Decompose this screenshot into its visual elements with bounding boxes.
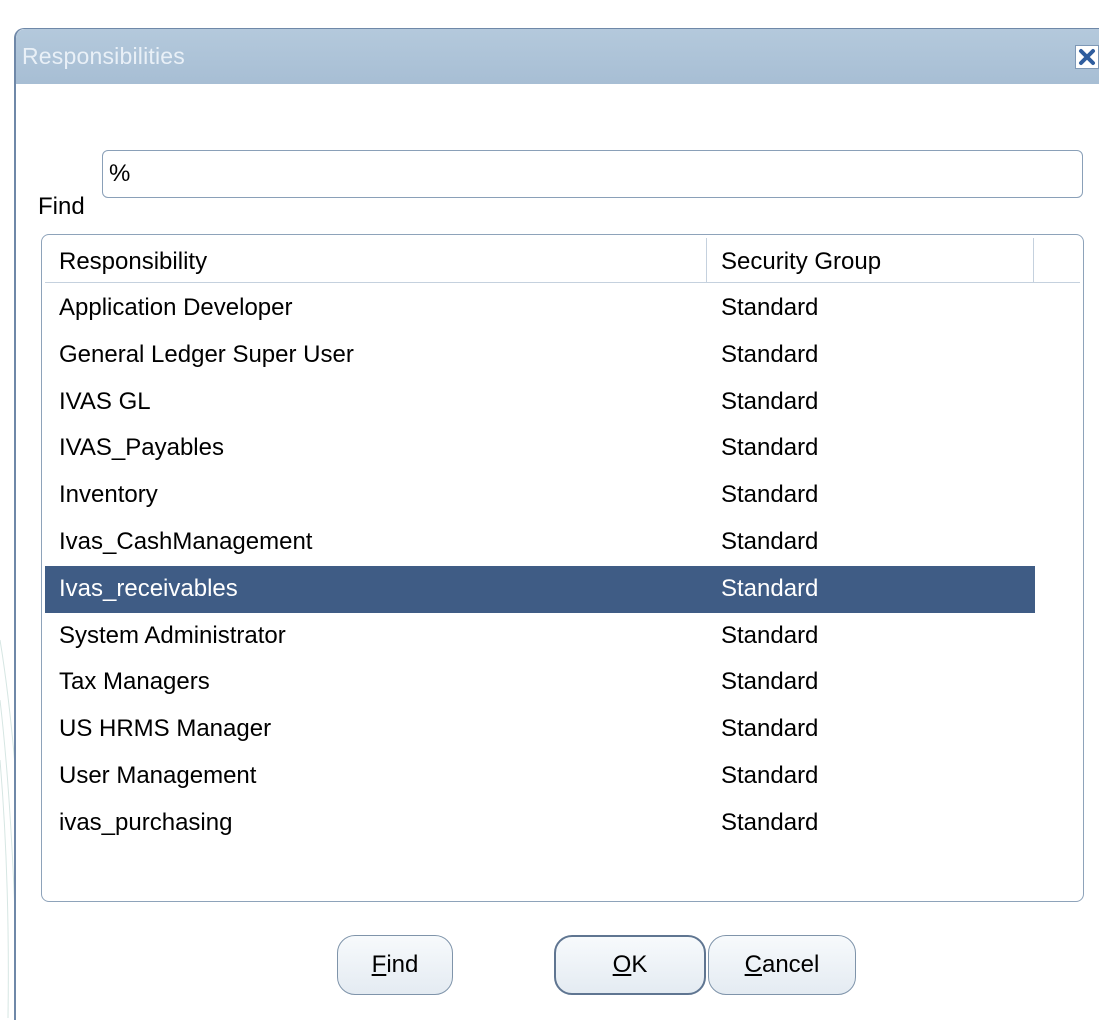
find-button-mnemonic: F [371,951,387,978]
responsibility-cell: General Ledger Super User [59,340,354,368]
responsibilities-dialog: Responsibilities Find Responsibility Sec… [14,28,1099,1020]
ok-button-mnemonic: O [612,951,632,978]
column-header-responsibility[interactable]: Responsibility [45,238,707,282]
list-rows: Application Developer Standard General L… [45,285,1035,847]
security-group-cell: Standard [721,481,819,509]
responsibility-cell: ivas_purchasing [59,808,233,836]
security-group-cell: Standard [721,668,819,696]
security-group-cell: Standard [721,574,819,602]
cancel-button-mnemonic: C [744,951,762,978]
responsibility-cell: Inventory [59,481,158,509]
security-group-cell: Standard [721,340,819,368]
list-row[interactable]: IVAS_Payables Standard [45,425,1035,472]
list-row[interactable]: User Management Standard [45,753,1035,800]
list-row[interactable]: Application Developer Standard [45,285,1035,332]
list-row[interactable]: Inventory Standard [45,472,1035,519]
list-row[interactable]: General Ledger Super User Standard [45,332,1035,379]
security-group-cell: Standard [721,808,819,836]
ok-button-label: K [631,951,648,978]
list-row[interactable]: Ivas_CashManagement Standard [45,519,1035,566]
responsibility-cell: Ivas_receivables [59,574,238,602]
list-row[interactable]: ivas_purchasing Standard [45,800,1035,847]
close-button[interactable] [1075,45,1099,69]
ok-button[interactable]: OK [554,935,706,995]
responsibility-list: Responsibility Security Group Applicatio… [41,234,1084,902]
responsibility-cell: US HRMS Manager [59,715,272,743]
list-row-selected[interactable]: Ivas_receivables Standard [45,565,1035,613]
responsibility-cell: User Management [59,761,257,789]
cancel-button-label: ancel [761,951,820,978]
dialog-title: Responsibilities [22,43,185,69]
list-row[interactable]: Tax Managers Standard [45,659,1035,706]
list-header: Responsibility Security Group [45,238,1080,283]
responsibility-cell: IVAS_Payables [59,434,224,462]
responsibility-cell: Tax Managers [59,668,210,696]
security-group-cell: Standard [721,387,819,415]
security-group-cell: Standard [721,621,819,649]
find-label: Find [38,193,85,220]
security-group-cell: Standard [721,761,819,789]
find-button-label: ind [386,951,419,978]
security-group-cell: Standard [721,294,819,321]
list-row[interactable]: System Administrator Standard [45,613,1035,660]
cancel-button[interactable]: Cancel [708,935,856,995]
responsibility-cell: Ivas_CashManagement [59,527,313,555]
list-row[interactable]: US HRMS Manager Standard [45,706,1035,753]
responsibility-cell: Application Developer [59,294,293,321]
column-header-security-group[interactable]: Security Group [707,238,1034,282]
title-bar[interactable]: Responsibilities [16,29,1099,84]
security-group-cell: Standard [721,434,819,462]
find-input[interactable] [102,150,1083,198]
security-group-cell: Standard [721,715,819,743]
close-icon [1079,49,1095,65]
security-group-cell: Standard [721,527,819,555]
responsibility-cell: IVAS GL [59,387,151,415]
column-header-spacer [1034,238,1080,282]
list-row[interactable]: IVAS GL Standard [45,379,1035,426]
find-button[interactable]: Find [337,935,453,995]
responsibility-cell: System Administrator [59,621,286,649]
